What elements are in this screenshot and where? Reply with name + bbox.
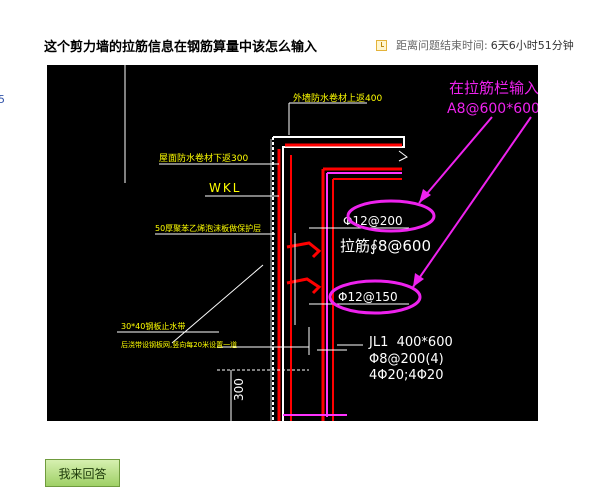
- jl-line2: Φ8@200(4): [369, 352, 444, 367]
- dimension-text: 300: [232, 378, 246, 401]
- cad-figure: 300 外墙防水卷材上返400 屋面防水卷材下返300 WKL 50厚聚苯乙烯泡…: [47, 65, 540, 421]
- countdown: 距离问题结束时间: 6天6小时51分钟: [376, 37, 574, 53]
- jl-title: JL1 400*600: [368, 335, 453, 350]
- note-leader: [171, 264, 264, 344]
- tie-label: 拉筋∮8@600: [340, 237, 431, 255]
- question-title: 这个剪力墙的拉筋信息在钢筋算量中该怎么输入: [44, 40, 318, 55]
- jl-line3: 4Φ20;4Φ20: [369, 368, 443, 383]
- clock-icon: [376, 39, 387, 51]
- label-wkl: WKL: [209, 181, 241, 195]
- label-left1: 屋面防水卷材下返300: [159, 152, 248, 164]
- annotation-line1: 在拉筋栏输入: [449, 79, 538, 97]
- note2: 后浇带设钢板网,竖向每20米设置一道: [121, 340, 237, 349]
- answer-button[interactable]: 我来回答: [45, 459, 120, 487]
- label-left2: 50厚聚苯乙烯泡沫板做保护层: [155, 223, 261, 233]
- countdown-label: 距离问题结束时间:: [396, 39, 488, 52]
- cad-drawing: 300 外墙防水卷材上返400 屋面防水卷材下返300 WKL 50厚聚苯乙烯泡…: [117, 65, 540, 421]
- label-top: 外墙防水卷材上返400: [293, 92, 382, 104]
- countdown-value: 6天6小时51分钟: [490, 39, 574, 52]
- note1: 30*40钢板止水带: [121, 321, 185, 331]
- arrow-line-2: [412, 116, 532, 288]
- annotation-line2: A8@600*600: [447, 101, 538, 117]
- rebar2-label: Φ12@150: [338, 290, 398, 304]
- break-mark: [398, 150, 408, 162]
- side-mark: 5: [0, 93, 5, 106]
